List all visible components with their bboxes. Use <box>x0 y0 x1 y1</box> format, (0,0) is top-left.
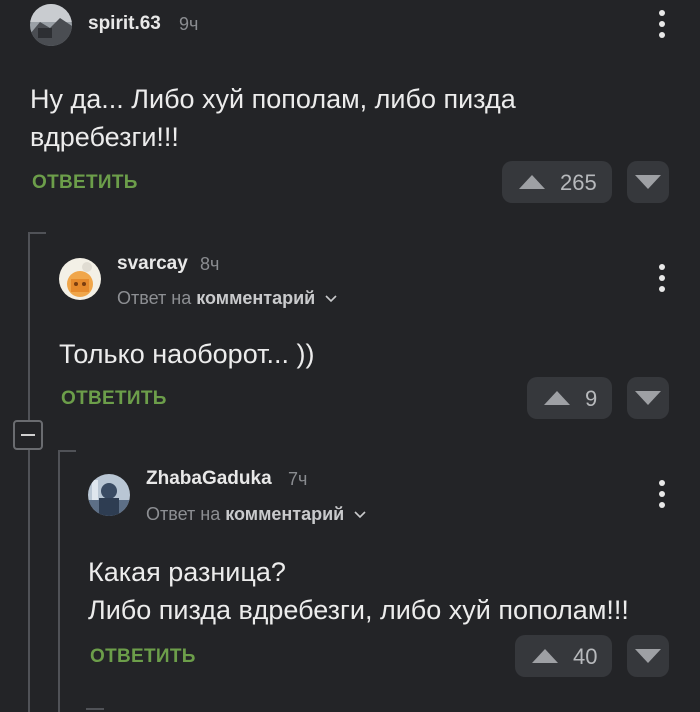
downvote-button[interactable] <box>627 635 669 677</box>
kebab-menu-icon[interactable] <box>656 10 668 40</box>
timestamp: 9ч <box>179 14 199 34</box>
upvote-button[interactable]: 265 <box>502 161 612 203</box>
reply-to-link[interactable]: Ответ на комментарий <box>146 504 367 525</box>
reply-button[interactable]: ОТВЕТИТЬ <box>61 388 167 410</box>
reply-to-prefix: Ответ на <box>146 504 221 524</box>
kebab-menu-icon[interactable] <box>656 480 668 510</box>
upvote-button[interactable]: 40 <box>515 635 612 677</box>
reply-button[interactable]: ОТВЕТИТЬ <box>32 172 138 194</box>
triangle-up-icon <box>519 175 545 189</box>
thread-branch-level-3 <box>86 708 104 710</box>
triangle-down-icon <box>635 175 661 189</box>
triangle-up-icon <box>532 649 558 663</box>
collapse-thread-button[interactable] <box>13 420 43 450</box>
triangle-up-icon <box>544 391 570 405</box>
chevron-down-icon <box>325 295 337 303</box>
username[interactable]: svarcay <box>117 253 188 275</box>
reply-to-target[interactable]: комментарий <box>196 288 315 308</box>
triangle-down-icon <box>635 649 661 663</box>
username[interactable]: ZhabaGaduka <box>146 468 272 490</box>
comment-text-line: Либо пизда вдребезги, либо хуй пополам!!… <box>88 595 629 625</box>
triangle-down-icon <box>635 391 661 405</box>
upvote-button[interactable]: 9 <box>527 377 612 419</box>
comment-text-line: Какая разница? <box>88 557 286 587</box>
rating-count: 40 <box>573 644 598 669</box>
chevron-down-icon <box>354 511 366 519</box>
timestamp: 8ч <box>200 254 220 274</box>
kebab-menu-icon[interactable] <box>656 264 668 294</box>
thread-branch-level-1 <box>28 232 46 234</box>
comment-text-line: вдребезги!!! <box>30 122 179 152</box>
rating-count: 9 <box>585 386 598 411</box>
avatar[interactable] <box>59 258 101 300</box>
downvote-button[interactable] <box>627 377 669 419</box>
avatar[interactable] <box>88 474 130 516</box>
username[interactable]: spirit.63 <box>88 13 161 35</box>
thread-line-level-2 <box>58 450 60 712</box>
comment-text-line: Только наоборот... )) <box>59 339 315 369</box>
reply-to-target[interactable]: комментарий <box>225 504 344 524</box>
downvote-button[interactable] <box>627 161 669 203</box>
rating-count: 265 <box>560 170 597 195</box>
avatar[interactable] <box>30 4 72 46</box>
thread-line-level-1 <box>28 232 30 712</box>
timestamp: 7ч <box>288 469 308 489</box>
reply-to-link[interactable]: Ответ на комментарий <box>117 288 338 309</box>
reply-button[interactable]: ОТВЕТИТЬ <box>90 646 196 668</box>
reply-to-prefix: Ответ на <box>117 288 192 308</box>
comment-text-line: Ну да... Либо хуй пополам, либо пизда <box>30 84 516 114</box>
thread-branch-level-2 <box>58 450 76 452</box>
